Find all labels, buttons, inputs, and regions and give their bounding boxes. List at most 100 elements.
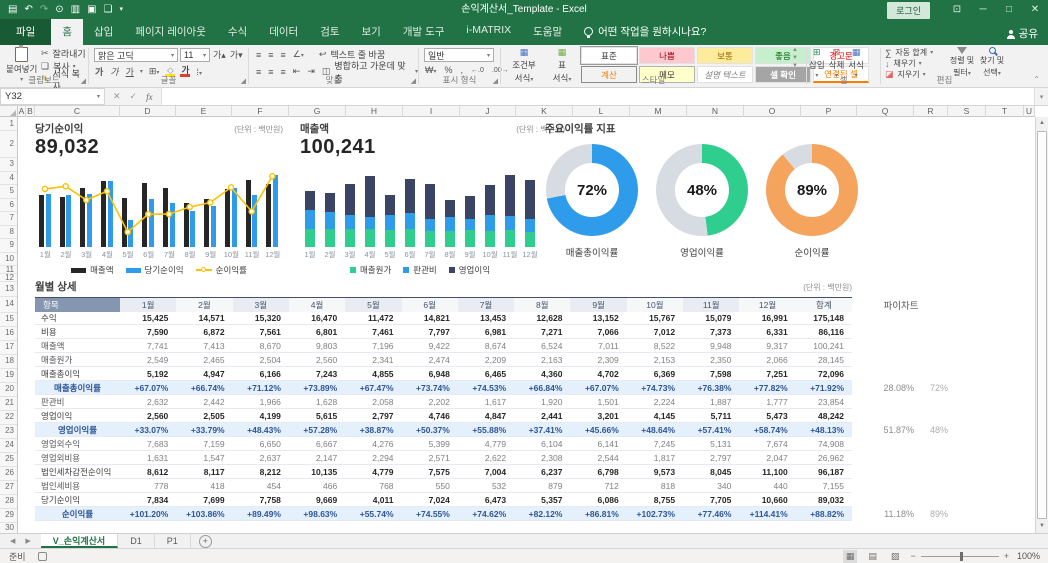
cell[interactable]: 13,453 xyxy=(458,313,514,323)
row-header-19[interactable]: 19 xyxy=(0,369,17,383)
sheet-nav-left-icon[interactable]: ◀ xyxy=(10,537,15,545)
cell[interactable]: 2,294 xyxy=(345,453,401,463)
cell[interactable]: +82.12% xyxy=(514,509,570,519)
cell[interactable]: +71.92% xyxy=(796,383,852,393)
cell[interactable]: 2,224 xyxy=(627,397,683,407)
cell[interactable]: +71.12% xyxy=(233,383,289,393)
cell[interactable]: 11,472 xyxy=(345,313,401,323)
cell[interactable]: +102.73% xyxy=(627,509,683,519)
cell[interactable]: 1,966 xyxy=(233,397,289,407)
row-label[interactable]: 영업이익 xyxy=(35,410,120,422)
cell[interactable]: +74.73% xyxy=(627,383,683,393)
header-cell-7월[interactable]: 7월 xyxy=(458,298,514,312)
column-header-S[interactable]: S xyxy=(948,106,986,117)
scroll-down-icon[interactable]: ▼ xyxy=(1036,520,1048,533)
cell[interactable]: +66.74% xyxy=(176,383,232,393)
sheet-tab-P1[interactable]: P1 xyxy=(155,534,191,548)
close-button[interactable]: ✕ xyxy=(1022,0,1048,20)
header-cell-합계[interactable]: 합계 xyxy=(796,298,852,312)
cell[interactable]: 100,241 xyxy=(796,341,852,351)
cell[interactable]: 2,209 xyxy=(458,355,514,365)
cell[interactable]: 2,504 xyxy=(233,355,289,365)
cell[interactable]: 10,660 xyxy=(739,495,795,505)
cell[interactable]: +73.89% xyxy=(289,383,345,393)
cell[interactable]: 9,803 xyxy=(289,341,345,351)
cell[interactable]: 2,058 xyxy=(345,397,401,407)
donut-순이익률[interactable]: 89% xyxy=(766,144,858,236)
column-header-R[interactable]: R xyxy=(914,106,948,117)
cell[interactable]: 2,047 xyxy=(739,453,795,463)
page-layout-view-icon[interactable]: ▤ xyxy=(865,550,880,563)
row-label[interactable]: 매출총이익 xyxy=(35,368,120,380)
row-label[interactable]: 당기순이익 xyxy=(35,494,120,506)
donut-영업이익률[interactable]: 48% xyxy=(656,144,748,236)
cell[interactable]: 6,473 xyxy=(458,495,514,505)
cell[interactable]: 2,474 xyxy=(402,355,458,365)
cell[interactable]: 26,962 xyxy=(796,453,852,463)
cell[interactable]: 5,131 xyxy=(683,439,739,449)
header-cell-5월[interactable]: 5월 xyxy=(345,298,401,312)
cell[interactable]: 5,357 xyxy=(514,495,570,505)
cell[interactable]: 28,145 xyxy=(796,355,852,365)
column-header-B[interactable]: B xyxy=(26,106,35,117)
row-label[interactable]: 비용 xyxy=(35,326,120,338)
maximize-button[interactable]: □ xyxy=(996,0,1022,20)
zoom-out-icon[interactable]: − xyxy=(910,551,915,561)
cell[interactable]: 2,632 xyxy=(120,397,176,407)
cell[interactable]: 1,817 xyxy=(627,453,683,463)
tab-삽입[interactable]: 삽입 xyxy=(83,19,124,45)
cell[interactable]: 9,669 xyxy=(289,495,345,505)
cell[interactable]: 3,201 xyxy=(570,411,626,421)
qat-customize-arrow[interactable]: ▾ xyxy=(120,0,124,20)
print-preview-icon[interactable]: ▥ xyxy=(71,0,80,20)
row-header-6[interactable]: 6 xyxy=(0,199,17,213)
cell[interactable]: +48.13% xyxy=(796,425,852,435)
cell[interactable]: 4,779 xyxy=(458,439,514,449)
cell[interactable]: 14,571 xyxy=(176,313,232,323)
cell[interactable]: 1,501 xyxy=(570,397,626,407)
cell[interactable]: 2,622 xyxy=(458,453,514,463)
grow-font-button[interactable]: 가▴ xyxy=(212,48,227,62)
cell[interactable]: 15,320 xyxy=(233,313,289,323)
cell[interactable]: 6,981 xyxy=(458,327,514,337)
cell[interactable]: 2,571 xyxy=(402,453,458,463)
cell[interactable]: 2,560 xyxy=(120,411,176,421)
cell[interactable]: 879 xyxy=(514,481,570,491)
header-cell-6월[interactable]: 6월 xyxy=(402,298,458,312)
tab-보기[interactable]: 보기 xyxy=(351,19,392,45)
cell[interactable]: 7,598 xyxy=(683,369,739,379)
column-header-I[interactable]: I xyxy=(403,106,460,117)
cell[interactable]: 2,797 xyxy=(683,453,739,463)
cell[interactable]: +48.43% xyxy=(233,425,289,435)
cell[interactable]: 8,612 xyxy=(120,467,176,477)
cell[interactable]: 8,755 xyxy=(627,495,683,505)
cell[interactable]: +74.53% xyxy=(458,383,514,393)
cell[interactable]: +67.07% xyxy=(120,383,176,393)
cell[interactable]: 1,920 xyxy=(514,397,570,407)
cell[interactable]: 10,135 xyxy=(289,467,345,477)
cell[interactable]: 7,741 xyxy=(120,341,176,351)
column-header-J[interactable]: J xyxy=(460,106,516,117)
cell[interactable]: 6,524 xyxy=(514,341,570,351)
column-header-H[interactable]: H xyxy=(346,106,403,117)
cell[interactable]: 2,549 xyxy=(120,355,176,365)
cell[interactable]: 340 xyxy=(683,481,739,491)
cell[interactable]: 2,560 xyxy=(289,355,345,365)
cell[interactable]: 418 xyxy=(176,481,232,491)
cell[interactable]: 2,505 xyxy=(176,411,232,421)
cell[interactable]: +74.55% xyxy=(402,509,458,519)
cancel-icon[interactable]: ✕ xyxy=(113,91,121,102)
align-middle-icon[interactable]: ≡ xyxy=(267,50,274,60)
row-label[interactable]: 순이익률 xyxy=(35,508,120,520)
cell[interactable]: 5,473 xyxy=(739,411,795,421)
row-header-14[interactable]: 14 xyxy=(0,297,17,313)
row-header-3[interactable]: 3 xyxy=(0,158,17,172)
cell[interactable]: 6,948 xyxy=(402,369,458,379)
cell[interactable]: 4,779 xyxy=(345,467,401,477)
row-header-7[interactable]: 7 xyxy=(0,212,17,226)
number-dialog-launcher[interactable]: ◢ xyxy=(493,77,498,85)
column-header-F[interactable]: F xyxy=(232,106,289,117)
cell[interactable]: 6,872 xyxy=(176,327,232,337)
cell[interactable]: +33.79% xyxy=(176,425,232,435)
cell[interactable]: 4,746 xyxy=(402,411,458,421)
